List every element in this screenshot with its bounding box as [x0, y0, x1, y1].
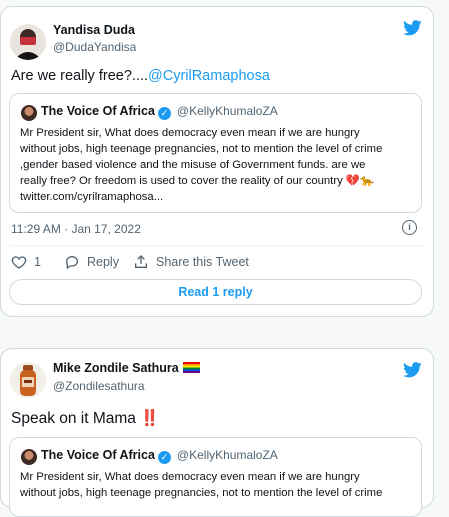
tweet-text-body: Are we really free?....: [11, 68, 148, 84]
mention-link[interactable]: @CyrilRamaphosa: [148, 68, 270, 84]
like-button[interactable]: 1: [11, 254, 41, 270]
quote-line: Mr President sir, What does democracy ev…: [20, 471, 360, 483]
avatar[interactable]: [10, 362, 46, 398]
share-icon: [135, 255, 147, 268]
quote-line: really free? Or freedom is used to cover…: [20, 173, 416, 189]
broken-heart-emoji: 💔: [345, 175, 360, 187]
tweet-text: Are we really free?....@CyrilRamaphosa: [11, 68, 270, 84]
quote-link[interactable]: twitter.com/cyrilramaphosa...: [20, 189, 416, 205]
quote-line: without jobs, high teenage pregnancies, …: [20, 487, 383, 499]
author-name[interactable]: Yandisa Duda: [53, 23, 135, 37]
share-button[interactable]: Share this Tweet: [133, 254, 249, 270]
share-label: Share this Tweet: [156, 255, 249, 269]
author-handle[interactable]: @Zondilesathura: [53, 379, 145, 393]
like-count: 1: [34, 255, 41, 269]
tweet-text-body: Speak on it Mama: [11, 410, 136, 427]
heart-icon: [11, 256, 27, 269]
quoted-tweet[interactable]: The Voice Of Africa ✓ @KellyKhumaloZA Mr P…: [9, 437, 422, 517]
quote-avatar: [21, 449, 37, 465]
rainbow-flag-icon: [182, 362, 200, 373]
quote-author: The Voice Of Africa ✓ @KellyKhumaloZA: [41, 104, 278, 120]
verified-badge-icon: ✓: [157, 107, 171, 120]
double-exclamation-emoji: ‼️: [140, 410, 159, 427]
avatar[interactable]: [10, 24, 46, 60]
tweet-text: Speak on it Mama ‼️: [11, 409, 160, 428]
tweet-card-1[interactable]: Yandisa Duda @DudaYandisa Are we really …: [0, 6, 434, 317]
quote-line: without jobs, high teenage pregnancies, …: [20, 143, 383, 155]
twitter-bird-icon[interactable]: [403, 362, 422, 378]
quote-line: ,gender based violence and the misuse of…: [20, 159, 366, 171]
quoted-tweet[interactable]: The Voice Of Africa ✓ @KellyKhumaloZA Mr P…: [9, 93, 422, 213]
author-name-text: Mike Zondile Sathura: [53, 361, 179, 375]
divider: [9, 245, 424, 246]
timestamp[interactable]: 11:29 AM · Jan 17, 2022: [11, 222, 141, 236]
author-name[interactable]: Mike Zondile Sathura: [53, 361, 200, 375]
quote-author-handle: @KellyKhumaloZA: [176, 448, 278, 462]
quote-author-handle: @KellyKhumaloZA: [176, 104, 278, 118]
tweet-card-2[interactable]: Mike Zondile Sathura @Zondilesathura Spe…: [0, 348, 434, 517]
reply-label: Reply: [87, 255, 119, 269]
leopard-emoji: 🐆: [359, 175, 375, 187]
quote-author-name: The Voice Of Africa: [41, 448, 155, 462]
quote-avatar: [21, 105, 37, 121]
quote-body: Mr President sir, What does democracy ev…: [20, 125, 416, 205]
reply-button[interactable]: Reply: [64, 254, 119, 270]
info-icon[interactable]: i: [402, 220, 417, 235]
twitter-bird-icon[interactable]: [403, 20, 422, 36]
reply-icon: [65, 255, 79, 270]
quote-author-name: The Voice Of Africa: [41, 104, 155, 118]
author-handle[interactable]: @DudaYandisa: [53, 40, 136, 54]
quote-line-text: really free? Or freedom is used to cover…: [20, 175, 343, 187]
quote-body: Mr President sir, What does democracy ev…: [20, 469, 416, 501]
quote-author: The Voice Of Africa ✓ @KellyKhumaloZA: [41, 448, 278, 464]
quote-line: Mr President sir, What does democracy ev…: [20, 127, 360, 139]
read-replies-button[interactable]: Read 1 reply: [9, 279, 422, 305]
verified-badge-icon: ✓: [157, 451, 171, 464]
